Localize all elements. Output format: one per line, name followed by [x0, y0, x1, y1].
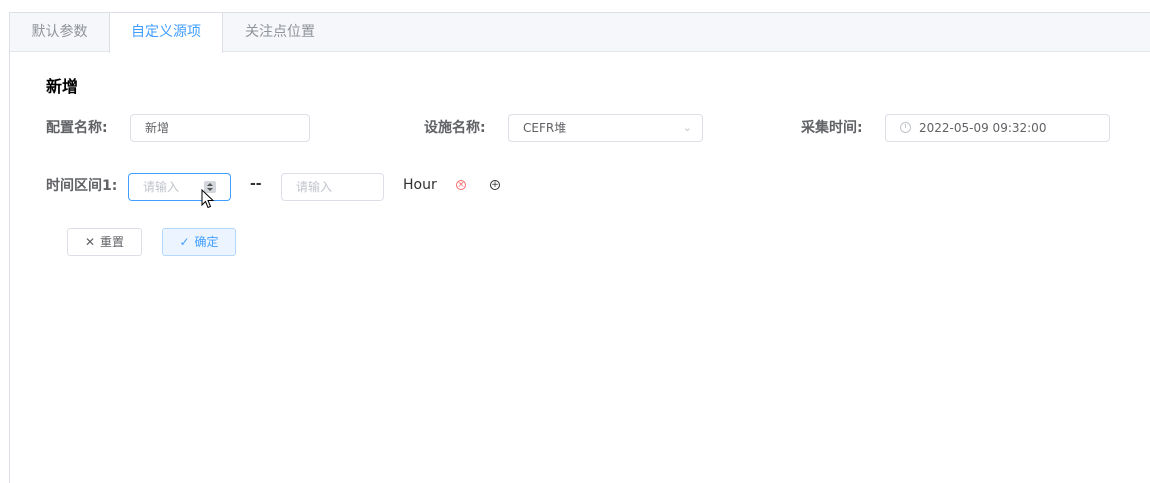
tabs-panel: 默认参数 自定义源项 关注点位置 新增 配置名称: 新增 设施名称: CEFR堆…	[9, 12, 1150, 483]
tab-default-params[interactable]: 默认参数	[10, 13, 109, 52]
interval-end-placeholder: 请输入	[296, 180, 333, 194]
tab-custom-source[interactable]: 自定义源项	[109, 13, 223, 53]
confirm-button-label: 确定	[194, 235, 219, 249]
collect-time-label: 采集时间:	[801, 120, 863, 136]
check-icon: ✓	[179, 235, 190, 249]
reset-button[interactable]: ✕ 重置	[67, 228, 142, 256]
tab-bar: 默认参数 自定义源项 关注点位置	[10, 13, 1150, 53]
config-name-value: 新增	[145, 121, 170, 135]
facility-value: CEFR堆	[523, 121, 567, 135]
clock-icon	[900, 122, 911, 133]
tab-focus-location[interactable]: 关注点位置	[223, 13, 337, 52]
add-circle-icon[interactable]: +	[490, 180, 500, 190]
interval-start-placeholder: 请输入	[143, 180, 180, 194]
interval-label: 时间区间1:	[46, 178, 118, 194]
section-title: 新增	[46, 77, 79, 96]
interval-start-input[interactable]: 请输入	[128, 173, 231, 201]
facility-select[interactable]: CEFR堆 ⌄	[508, 114, 703, 142]
interval-separator: --	[250, 176, 262, 192]
interval-end-input[interactable]: 请输入	[281, 173, 384, 201]
mouse-pointer-icon	[201, 189, 215, 209]
remove-circle-icon[interactable]: ×	[456, 180, 466, 190]
config-name-field[interactable]: 新增	[130, 114, 310, 142]
close-icon: ✕	[84, 235, 96, 249]
config-name-label: 配置名称:	[46, 120, 108, 136]
interval-unit: Hour	[403, 177, 437, 193]
collect-time-value: 2022-05-09 09:32:00	[919, 121, 1047, 135]
chevron-down-icon: ⌄	[682, 121, 692, 134]
collect-time-picker[interactable]: 2022-05-09 09:32:00	[885, 114, 1110, 142]
facility-label: 设施名称:	[424, 120, 486, 136]
reset-button-label: 重置	[100, 235, 125, 249]
confirm-button[interactable]: ✓ 确定	[162, 228, 236, 256]
